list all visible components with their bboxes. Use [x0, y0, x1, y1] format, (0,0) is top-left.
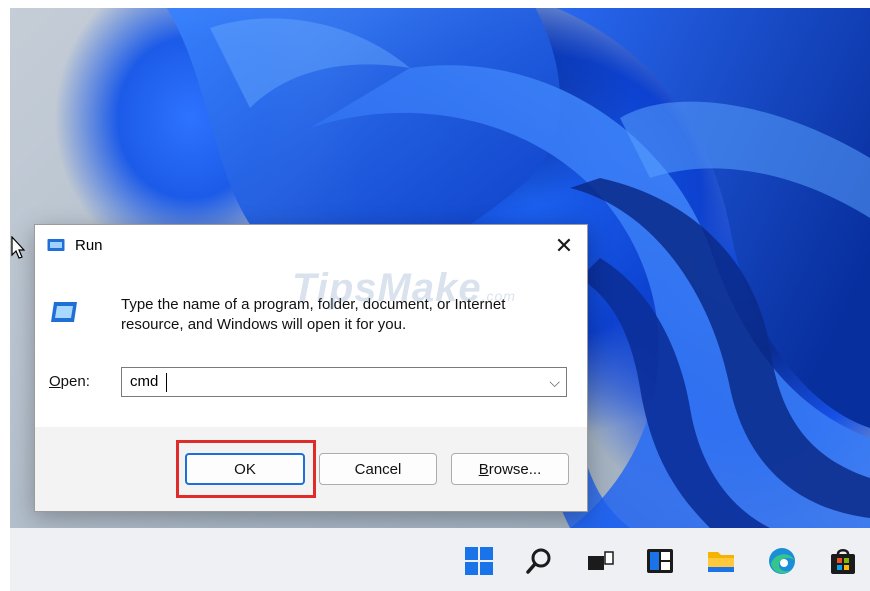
- open-label-rest: pen:: [60, 373, 90, 390]
- cancel-button-label: Cancel: [354, 460, 402, 478]
- browse-button-label: rowse...: [488, 460, 542, 478]
- watermark: TipsMake.com: [292, 266, 516, 311]
- close-icon: ✕: [554, 233, 574, 258]
- description-line-2: resource, and Windows will open it for y…: [121, 316, 407, 333]
- open-input-value[interactable]: cmd: [130, 373, 158, 390]
- widgets-icon[interactable]: [645, 546, 675, 576]
- edge-browser-icon[interactable]: [767, 546, 797, 576]
- open-combobox[interactable]: cmd ⌵: [121, 367, 567, 397]
- watermark-text: TipsMake: [292, 266, 482, 310]
- run-app-icon: [47, 239, 65, 251]
- browse-accelerator: B: [478, 460, 489, 478]
- ok-button[interactable]: OK: [185, 453, 305, 485]
- ok-button-label: OK: [234, 460, 256, 478]
- watermark-suffix: .com: [481, 288, 516, 304]
- window-title: Run: [75, 237, 103, 254]
- taskbar: [10, 528, 870, 591]
- microsoft-store-icon[interactable]: [828, 546, 858, 576]
- run-program-icon: [51, 302, 77, 322]
- mouse-cursor-icon: [11, 236, 25, 259]
- chevron-down-icon[interactable]: ⌵: [549, 374, 560, 391]
- open-label-accelerator: O: [49, 373, 61, 390]
- search-icon[interactable]: [525, 546, 555, 576]
- windows-start-icon[interactable]: [464, 546, 494, 576]
- text-caret: [166, 373, 167, 392]
- title-bar[interactable]: Run ✕: [35, 225, 587, 267]
- close-button[interactable]: ✕: [541, 225, 587, 267]
- cancel-button[interactable]: Cancel: [319, 453, 437, 485]
- browse-button[interactable]: Browse...: [451, 453, 569, 485]
- open-label: Open:: [49, 373, 90, 390]
- file-explorer-icon[interactable]: [706, 546, 736, 576]
- task-view-icon[interactable]: [585, 546, 615, 576]
